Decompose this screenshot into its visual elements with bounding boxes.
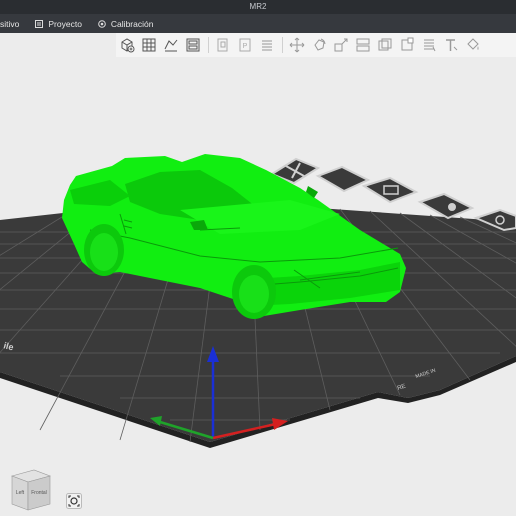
rotate-button[interactable] bbox=[310, 36, 328, 54]
toolbar-separator bbox=[208, 37, 209, 53]
menu-project-label: Proyecto bbox=[48, 18, 82, 29]
list-button[interactable] bbox=[258, 36, 276, 54]
calibration-icon bbox=[98, 19, 106, 28]
arrange-button[interactable] bbox=[140, 36, 158, 54]
cut-icon bbox=[378, 38, 392, 51]
3d-viewport[interactable]: ile RE MADE IN bbox=[0, 57, 516, 516]
toolbar-separator bbox=[282, 37, 283, 53]
view-cube-front-label: Frontal bbox=[31, 490, 47, 496]
list-icon bbox=[262, 40, 272, 51]
view-cube-left-label: Left bbox=[16, 490, 25, 496]
rotate-icon bbox=[314, 38, 326, 51]
text-button[interactable] bbox=[442, 36, 460, 54]
cut-button[interactable] bbox=[376, 36, 394, 54]
svg-text:P: P bbox=[243, 43, 248, 50]
layout-icon bbox=[186, 38, 200, 52]
paint-button[interactable] bbox=[464, 36, 482, 54]
zoom-fit-button[interactable] bbox=[66, 493, 82, 509]
variable-layer-button[interactable] bbox=[420, 36, 438, 54]
scale-button[interactable] bbox=[332, 36, 350, 54]
project-icon bbox=[35, 19, 44, 28]
paste-button[interactable]: P bbox=[236, 36, 254, 54]
support-button[interactable] bbox=[398, 36, 416, 54]
menu-calibration-label: Calibración bbox=[110, 18, 154, 29]
add-object-icon bbox=[121, 38, 135, 53]
arrange-grid-icon bbox=[142, 38, 156, 52]
support-icon bbox=[401, 37, 414, 51]
scale-icon bbox=[334, 38, 348, 52]
window-title: MR2 bbox=[0, 0, 516, 14]
menu-device[interactable]: sitivo bbox=[0, 14, 29, 33]
import-icon bbox=[164, 39, 178, 52]
toolbar: P bbox=[116, 33, 516, 58]
menu-device-label: sitivo bbox=[0, 18, 20, 29]
layout-button[interactable] bbox=[184, 36, 202, 54]
move-button[interactable] bbox=[288, 36, 306, 54]
menu-bar: sitivo Proyecto Calibración bbox=[0, 14, 516, 33]
split-button[interactable] bbox=[354, 36, 372, 54]
variable-layer-icon bbox=[424, 39, 436, 52]
import-button[interactable] bbox=[162, 36, 180, 54]
menu-calibration[interactable]: Calibración bbox=[92, 14, 164, 33]
paste-icon: P bbox=[239, 38, 251, 52]
view-cube[interactable]: Left Frontal bbox=[6, 464, 54, 512]
add-object-button[interactable] bbox=[118, 36, 136, 54]
menu-project[interactable]: Proyecto bbox=[29, 14, 92, 33]
copy-icon bbox=[217, 38, 228, 52]
paint-icon bbox=[467, 38, 479, 50]
split-icon bbox=[356, 38, 370, 52]
text-icon bbox=[446, 39, 458, 51]
move-icon bbox=[289, 37, 305, 53]
copy-button[interactable] bbox=[214, 36, 232, 54]
